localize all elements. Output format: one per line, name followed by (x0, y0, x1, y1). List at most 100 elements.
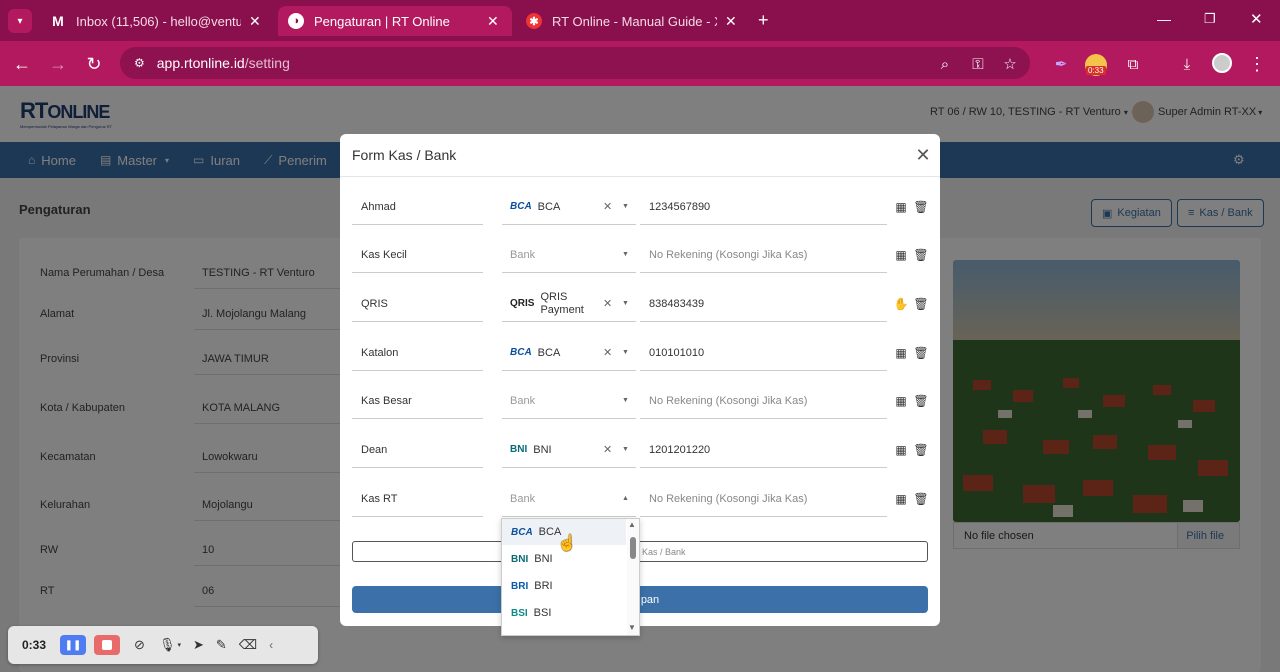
modal-title: Form Kas / Bank (352, 147, 457, 163)
qris-logo-icon: QRIS (510, 298, 535, 309)
kas-name-input[interactable]: Kas RT (352, 481, 483, 517)
kas-name-input[interactable]: Kas Besar (352, 383, 483, 419)
qr-icon[interactable]: ▦ (893, 393, 909, 409)
timer-badge: 0:33 (1086, 66, 1106, 75)
bank-select[interactable]: BCA BCA ✕ ▼ (502, 189, 636, 225)
qr-icon[interactable]: ▦ (893, 247, 909, 263)
clear-icon[interactable]: ✕ (603, 443, 612, 456)
bank-option-bsi[interactable]: BSI BSI (502, 600, 626, 626)
kas-name-input[interactable]: Katalon (352, 335, 483, 371)
recorder-time: 0:33 (22, 638, 47, 652)
site-info-icon[interactable]: ⚙ (134, 56, 145, 70)
browser-tab-manual[interactable]: ✱ RT Online - Manual Guide - Xm ✕ (516, 6, 748, 36)
bni-logo-icon: BNI (510, 444, 528, 455)
eraser-tool-icon[interactable]: ⌫ (239, 637, 257, 653)
bank-select-open[interactable]: Bank ▲ (502, 481, 636, 517)
hand-coin-icon[interactable]: ✋ (893, 296, 909, 312)
caret-down-icon: ▼ (622, 349, 629, 356)
bank-select[interactable]: QRIS QRIS Payment ✕ ▼ (502, 286, 636, 322)
bsi-logo-icon: BSI (511, 607, 528, 619)
clear-icon[interactable]: ✕ (603, 200, 612, 213)
xmind-icon: ✱ (526, 13, 542, 29)
bca-logo-icon: BCA (510, 201, 532, 212)
rt-online-icon: ◑ (288, 13, 304, 29)
qr-icon[interactable]: ▦ (893, 442, 909, 458)
forward-button[interactable]: → (46, 52, 70, 76)
window-close-button[interactable]: ✕ (1250, 10, 1263, 28)
url-input[interactable]: ⚙ app.rtonline.id/setting (120, 47, 1030, 79)
scroll-up-icon[interactable]: ▲ (628, 520, 636, 529)
bank-select[interactable]: Bank ▼ (502, 237, 636, 273)
feather-extension-icon[interactable]: ✒ (1049, 52, 1073, 76)
save-button[interactable]: pan (352, 586, 928, 613)
key-icon[interactable]: ⚿ (966, 52, 990, 76)
dropdown-scrollbar[interactable]: ▲ ▼ (627, 519, 639, 635)
stop-button[interactable] (94, 635, 121, 655)
close-icon[interactable]: ✕ (725, 13, 737, 30)
reload-button[interactable]: ↻ (82, 52, 106, 76)
qr-icon[interactable]: ▦ (893, 345, 909, 361)
caret-down-icon: ▼ (622, 203, 629, 210)
bank-option-bri[interactable]: BRI BRI (502, 573, 626, 599)
pen-tool-icon[interactable]: ✎ (216, 637, 227, 653)
close-icon[interactable]: ✕ (487, 13, 499, 30)
bca-logo-icon: BCA (510, 347, 532, 358)
bank-option-partial[interactable] (502, 627, 626, 635)
bri-logo-icon: BRI (511, 580, 529, 592)
modal-close-button[interactable]: ✕ (913, 145, 933, 165)
trash-icon[interactable]: 🗑 (913, 345, 929, 361)
account-number-input[interactable]: No Rekening (Kosongi Jika Kas) (640, 237, 887, 273)
camera-off-icon[interactable]: ⊘ (134, 637, 145, 653)
clear-icon[interactable]: ✕ (603, 297, 612, 310)
profile-avatar[interactable] (1212, 53, 1232, 73)
bca-logo-icon: BCA (511, 526, 533, 538)
restore-button[interactable]: ❐ (1204, 11, 1216, 27)
account-number-input[interactable]: No Rekening (Kosongi Jika Kas) (640, 481, 887, 517)
account-number-input[interactable]: 1234567890 (640, 189, 887, 225)
account-number-input[interactable]: 1201201220 (640, 432, 887, 468)
tab-search-button[interactable]: ▾ (8, 9, 32, 33)
microphone-icon[interactable]: 🎙 (159, 637, 176, 653)
scroll-down-icon[interactable]: ▼ (628, 623, 636, 632)
chevron-down-icon[interactable]: ▾ (177, 641, 181, 649)
minimize-button[interactable]: — (1157, 11, 1171, 27)
caret-down-icon: ▼ (622, 300, 629, 307)
browser-tab-rt-online[interactable]: ◑ Pengaturan | RT Online ✕ (278, 6, 512, 36)
qr-icon[interactable]: ▦ (893, 491, 909, 507)
account-number-input[interactable]: 838483439 (640, 286, 887, 322)
scrollbar-thumb[interactable] (630, 537, 636, 559)
bookmark-star-icon[interactable]: ☆ (998, 52, 1022, 76)
bank-select[interactable]: Bank ▼ (502, 383, 636, 419)
browser-tab-gmail[interactable]: M Inbox (11,506) - hello@venturo ✕ (40, 6, 272, 36)
kas-name-input[interactable]: Kas Kecil (352, 237, 483, 273)
trash-icon[interactable]: 🗑 (913, 393, 929, 409)
caret-down-icon: ▼ (622, 446, 629, 453)
trash-icon[interactable]: 🗑 (913, 442, 929, 458)
pause-button[interactable]: ❚❚ (60, 635, 87, 655)
trash-icon[interactable]: 🗑 (913, 247, 929, 263)
account-number-input[interactable]: 010101010 (640, 335, 887, 371)
browser-menu-icon[interactable]: ⋮ (1245, 52, 1269, 76)
pointer-tool-icon[interactable]: ➤ (193, 637, 204, 653)
qr-icon[interactable]: ▦ (893, 199, 909, 215)
collapse-icon[interactable]: ‹ (269, 638, 273, 652)
close-icon[interactable]: ✕ (249, 13, 261, 30)
extensions-icon[interactable]: ⧉ (1121, 52, 1145, 76)
trash-icon[interactable]: 🗑 (913, 491, 929, 507)
mouse-cursor-icon: ☝ (557, 535, 577, 552)
bank-select[interactable]: BNI BNI ✕ ▼ (502, 432, 636, 468)
kas-name-input[interactable]: QRIS (352, 286, 483, 322)
download-icon[interactable]: ⤓ (1175, 52, 1199, 76)
new-tab-button[interactable]: + (758, 10, 769, 31)
trash-icon[interactable]: 🗑 (913, 199, 929, 215)
zoom-icon[interactable]: ⌕ (933, 52, 957, 76)
new-kas-bank-input[interactable]: Kas / Bank (352, 541, 928, 562)
clear-icon[interactable]: ✕ (603, 346, 612, 359)
back-button[interactable]: ← (10, 52, 34, 76)
account-number-input[interactable]: No Rekening (Kosongi Jika Kas) (640, 383, 887, 419)
trash-icon[interactable]: 🗑 (913, 296, 929, 312)
kas-name-input[interactable]: Dean (352, 432, 483, 468)
bank-select[interactable]: BCA BCA ✕ ▼ (502, 335, 636, 371)
screen-recorder-toolbar: 0:33 ❚❚ ⊘ 🎙 ▾ ➤ ✎ ⌫ ‹ (8, 626, 318, 664)
kas-name-input[interactable]: Ahmad (352, 189, 483, 225)
